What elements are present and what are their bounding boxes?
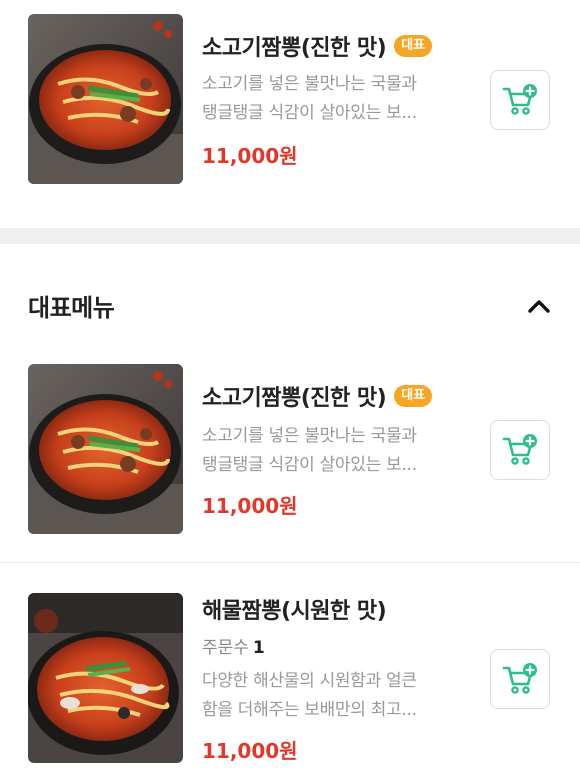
add-to-cart-button[interactable] bbox=[490, 649, 550, 709]
beef-jjamppong-photo bbox=[28, 14, 183, 184]
item-description-line-1: 소고기를 넣은 불맛나는 국물과 bbox=[202, 426, 417, 446]
item-name: 해물짬뽕(시원한 맛) bbox=[202, 599, 387, 624]
section-header-signature-menu[interactable]: 대표메뉴 bbox=[0, 244, 580, 364]
order-count-label: 주문수 bbox=[202, 638, 249, 658]
seafood-jjamppong-photo bbox=[28, 593, 183, 763]
item-name: 소고기짬뽕(진한 맛) bbox=[202, 36, 387, 61]
item-price: 11,000원 bbox=[202, 144, 298, 168]
cart-add-icon bbox=[502, 663, 537, 694]
item-description-line-1: 소고기를 넣은 불맛나는 국물과 bbox=[202, 74, 417, 94]
item-description: 다양한 해산물의 시원함과 얼큰 함을 더해주는 보배만의 최고... bbox=[202, 667, 460, 725]
item-price: 11,000원 bbox=[202, 494, 298, 518]
menu-item-beef-jjamppong-top[interactable]: 소고기짬뽕(진한 맛) 대표 소고기를 넣은 불맛나는 국물과 탱글탱글 식감이… bbox=[0, 0, 580, 228]
cart-add-icon bbox=[502, 434, 537, 465]
add-to-cart-button[interactable] bbox=[490, 420, 550, 480]
signature-badge: 대표 bbox=[394, 35, 433, 57]
section-separator bbox=[0, 228, 580, 244]
item-name-row: 해물짬뽕(시원한 맛) bbox=[202, 593, 387, 625]
item-name-row: 소고기짬뽕(진한 맛) 대표 bbox=[202, 380, 433, 412]
beef-jjamppong-photo bbox=[28, 364, 183, 534]
menu-item-beef-jjamppong[interactable]: 소고기짬뽕(진한 맛) 대표 소고기를 넣은 불맛나는 국물과 탱글탱글 식감이… bbox=[0, 364, 580, 562]
item-description-line-2: 함을 더해주는 보배만의 최고... bbox=[202, 700, 417, 720]
chevron-up-icon[interactable] bbox=[524, 292, 554, 322]
item-description: 소고기를 넣은 불맛나는 국물과 탱글탱글 식감이 살아있는 보... bbox=[202, 422, 460, 480]
menu-item-seafood-jjamppong[interactable]: 해물짬뽕(시원한 맛) 주문수 1 다양한 해산물의 시원함과 얼큰 함을 더해주… bbox=[0, 563, 580, 779]
cart-add-icon bbox=[502, 84, 537, 115]
item-description-line-2: 탱글탱글 식감이 살아있는 보... bbox=[202, 455, 417, 475]
section-title: 대표메뉴 bbox=[28, 294, 115, 322]
add-to-cart-button[interactable] bbox=[490, 70, 550, 130]
item-description-line-1: 다양한 해산물의 시원함과 얼큰 bbox=[202, 671, 417, 691]
order-count-value: 1 bbox=[252, 638, 265, 658]
item-name-row: 소고기짬뽕(진한 맛) 대표 bbox=[202, 30, 433, 62]
signature-badge: 대표 bbox=[394, 385, 433, 407]
item-name: 소고기짬뽕(진한 맛) bbox=[202, 386, 387, 411]
menu-list-page: 소고기짬뽕(진한 맛) 대표 소고기를 넣은 불맛나는 국물과 탱글탱글 식감이… bbox=[0, 0, 580, 779]
item-price: 11,000원 bbox=[202, 739, 298, 763]
order-count: 주문수 1 bbox=[202, 633, 265, 658]
item-description: 소고기를 넣은 불맛나는 국물과 탱글탱글 식감이 살아있는 보... bbox=[202, 70, 460, 128]
item-description-line-2: 탱글탱글 식감이 살아있는 보... bbox=[202, 103, 417, 123]
